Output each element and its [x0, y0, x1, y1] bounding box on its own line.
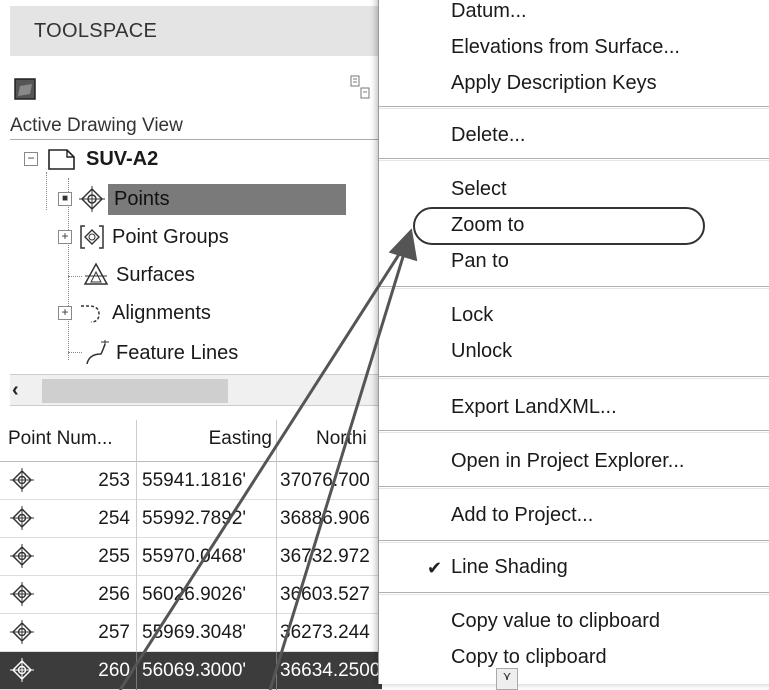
- cell-northing[interactable]: 36273.244: [280, 622, 390, 644]
- point-icon: [10, 544, 34, 574]
- scrollbar-thumb[interactable]: [42, 379, 228, 403]
- menu-separator: [379, 158, 769, 161]
- menu-separator: [379, 540, 769, 543]
- point-icon: [78, 185, 106, 213]
- cell-point-number[interactable]: 256: [40, 584, 130, 606]
- cell-easting[interactable]: 55969.3048': [142, 622, 272, 644]
- menu-item-select[interactable]: Select: [451, 178, 507, 201]
- surface-icon: [82, 261, 110, 289]
- menu-separator: [379, 430, 769, 433]
- feature-line-icon: [82, 339, 110, 367]
- point-icon: [10, 620, 34, 650]
- tree-item-alignments[interactable]: + Alignments: [58, 294, 211, 332]
- cell-point-number[interactable]: 255: [40, 546, 130, 568]
- tree-item-point-groups[interactable]: + Point Groups: [58, 218, 229, 256]
- tree-item-label: Surfaces: [116, 263, 195, 286]
- tree-item-points[interactable]: ■ Points: [58, 180, 346, 218]
- column-header-northing[interactable]: Northi: [316, 428, 367, 450]
- point-icon: [10, 582, 34, 612]
- menu-separator: [379, 286, 769, 289]
- table-row[interactable]: 260 56069.3000' 36634.2500: [0, 652, 382, 690]
- alignment-icon: [78, 299, 106, 327]
- tree-item-feature-lines[interactable]: Feature Lines: [82, 334, 238, 372]
- cell-northing[interactable]: 36732.972: [280, 546, 390, 568]
- panel-collapse-tab[interactable]: ⋎: [496, 668, 518, 690]
- checkmark-icon: ✔: [427, 558, 443, 578]
- cell-northing[interactable]: 36603.527: [280, 584, 390, 606]
- cell-northing[interactable]: 37076.700: [280, 470, 390, 492]
- column-header-easting[interactable]: Easting: [142, 428, 272, 450]
- menu-item-datum[interactable]: Datum...: [451, 0, 527, 23]
- grid-header-row: Point Num... Easting Northi: [0, 420, 382, 462]
- collapse-toggle[interactable]: −: [24, 152, 38, 166]
- screenshot-root: TOOLSPACE Active Drawing View − SUV-A2 ■: [0, 0, 769, 690]
- point-icon: [10, 658, 34, 688]
- cell-northing[interactable]: 36886.906: [280, 508, 390, 530]
- menu-item-copy-value-to-clipboard[interactable]: Copy value to clipboard: [451, 610, 660, 633]
- cell-easting[interactable]: 55941.1816': [142, 470, 272, 492]
- table-row[interactable]: 257 55969.3048' 36273.244: [0, 614, 382, 652]
- menu-item-copy-to-clipboard[interactable]: Copy to clipboard: [451, 646, 607, 669]
- cell-point-number[interactable]: 257: [40, 622, 130, 644]
- menu-item-delete[interactable]: Delete...: [451, 124, 525, 147]
- cell-easting[interactable]: 55992.7892': [142, 508, 272, 530]
- active-drawing-view-label: Active Drawing View: [10, 116, 382, 140]
- point-icon: [10, 468, 34, 498]
- menu-item-open-in-project-explorer[interactable]: Open in Project Explorer...: [451, 450, 684, 473]
- grid-body: 253 55941.1816' 37076.700 254 55992.7892' 368…: [0, 462, 382, 690]
- tree-item-label: Feature Lines: [116, 341, 239, 364]
- menu-item-line-shading[interactable]: Line Shading: [451, 556, 568, 579]
- tree-item-label: Points: [108, 183, 346, 215]
- cell-point-number[interactable]: 253: [40, 470, 130, 492]
- toolspace-title: TOOLSPACE: [10, 6, 382, 56]
- node-toggle[interactable]: ■: [58, 192, 72, 206]
- table-row[interactable]: 253 55941.1816' 37076.700: [0, 462, 382, 500]
- cell-easting[interactable]: 55970.0468': [142, 546, 272, 568]
- tree-item-drawing[interactable]: − SUV-A2: [24, 140, 158, 178]
- tree-horizontal-scrollbar[interactable]: ‹: [10, 374, 382, 406]
- menu-item-add-to-project[interactable]: Add to Project...: [451, 504, 593, 527]
- menu-item-unlock[interactable]: Unlock: [451, 340, 512, 363]
- cell-point-number[interactable]: 260: [40, 660, 130, 682]
- zoom-to-highlight-callout: [413, 207, 705, 245]
- point-group-icon: [78, 223, 106, 251]
- table-row[interactable]: 255 55970.0468' 36732.972: [0, 538, 382, 576]
- tree-item-surfaces[interactable]: Surfaces: [82, 256, 195, 294]
- drawing-view-icon[interactable]: [14, 78, 36, 100]
- column-header-point-number[interactable]: Point Num...: [8, 428, 113, 450]
- cell-easting[interactable]: 56026.9026': [142, 584, 272, 606]
- context-menu: Datum... Elevations from Surface... Appl…: [378, 0, 769, 684]
- cell-easting[interactable]: 56069.3000': [142, 660, 272, 682]
- menu-separator: [379, 486, 769, 489]
- menu-item-lock[interactable]: Lock: [451, 304, 493, 327]
- cell-point-number[interactable]: 254: [40, 508, 130, 530]
- cell-northing[interactable]: 36634.2500: [280, 660, 390, 682]
- tree-item-label: Alignments: [112, 301, 211, 324]
- menu-item-pan-to[interactable]: Pan to: [451, 250, 509, 273]
- tree-item-label: SUV-A2: [86, 147, 159, 170]
- toggle-item-view-icon[interactable]: [350, 74, 372, 102]
- tree-item-label: Point Groups: [112, 225, 229, 248]
- expand-toggle[interactable]: +: [58, 230, 72, 244]
- table-row[interactable]: 254 55992.7892' 36886.906: [0, 500, 382, 538]
- menu-separator: [379, 376, 769, 379]
- scroll-left-icon[interactable]: ‹: [12, 379, 19, 402]
- menu-item-elevations-from-surface[interactable]: Elevations from Surface...: [451, 36, 680, 59]
- table-row[interactable]: 256 56026.9026' 36603.527: [0, 576, 382, 614]
- point-icon: [10, 506, 34, 536]
- toolspace-toolbar: [10, 62, 382, 106]
- menu-separator: [379, 592, 769, 595]
- menu-separator: [379, 106, 769, 109]
- point-list-grid: Point Num... Easting Northi 253 55941.181…: [0, 420, 382, 690]
- menu-item-export-landxml[interactable]: Export LandXML...: [451, 396, 617, 419]
- drawing-icon: [44, 145, 80, 173]
- menu-item-apply-description-keys[interactable]: Apply Description Keys: [451, 72, 657, 95]
- expand-toggle[interactable]: +: [58, 306, 72, 320]
